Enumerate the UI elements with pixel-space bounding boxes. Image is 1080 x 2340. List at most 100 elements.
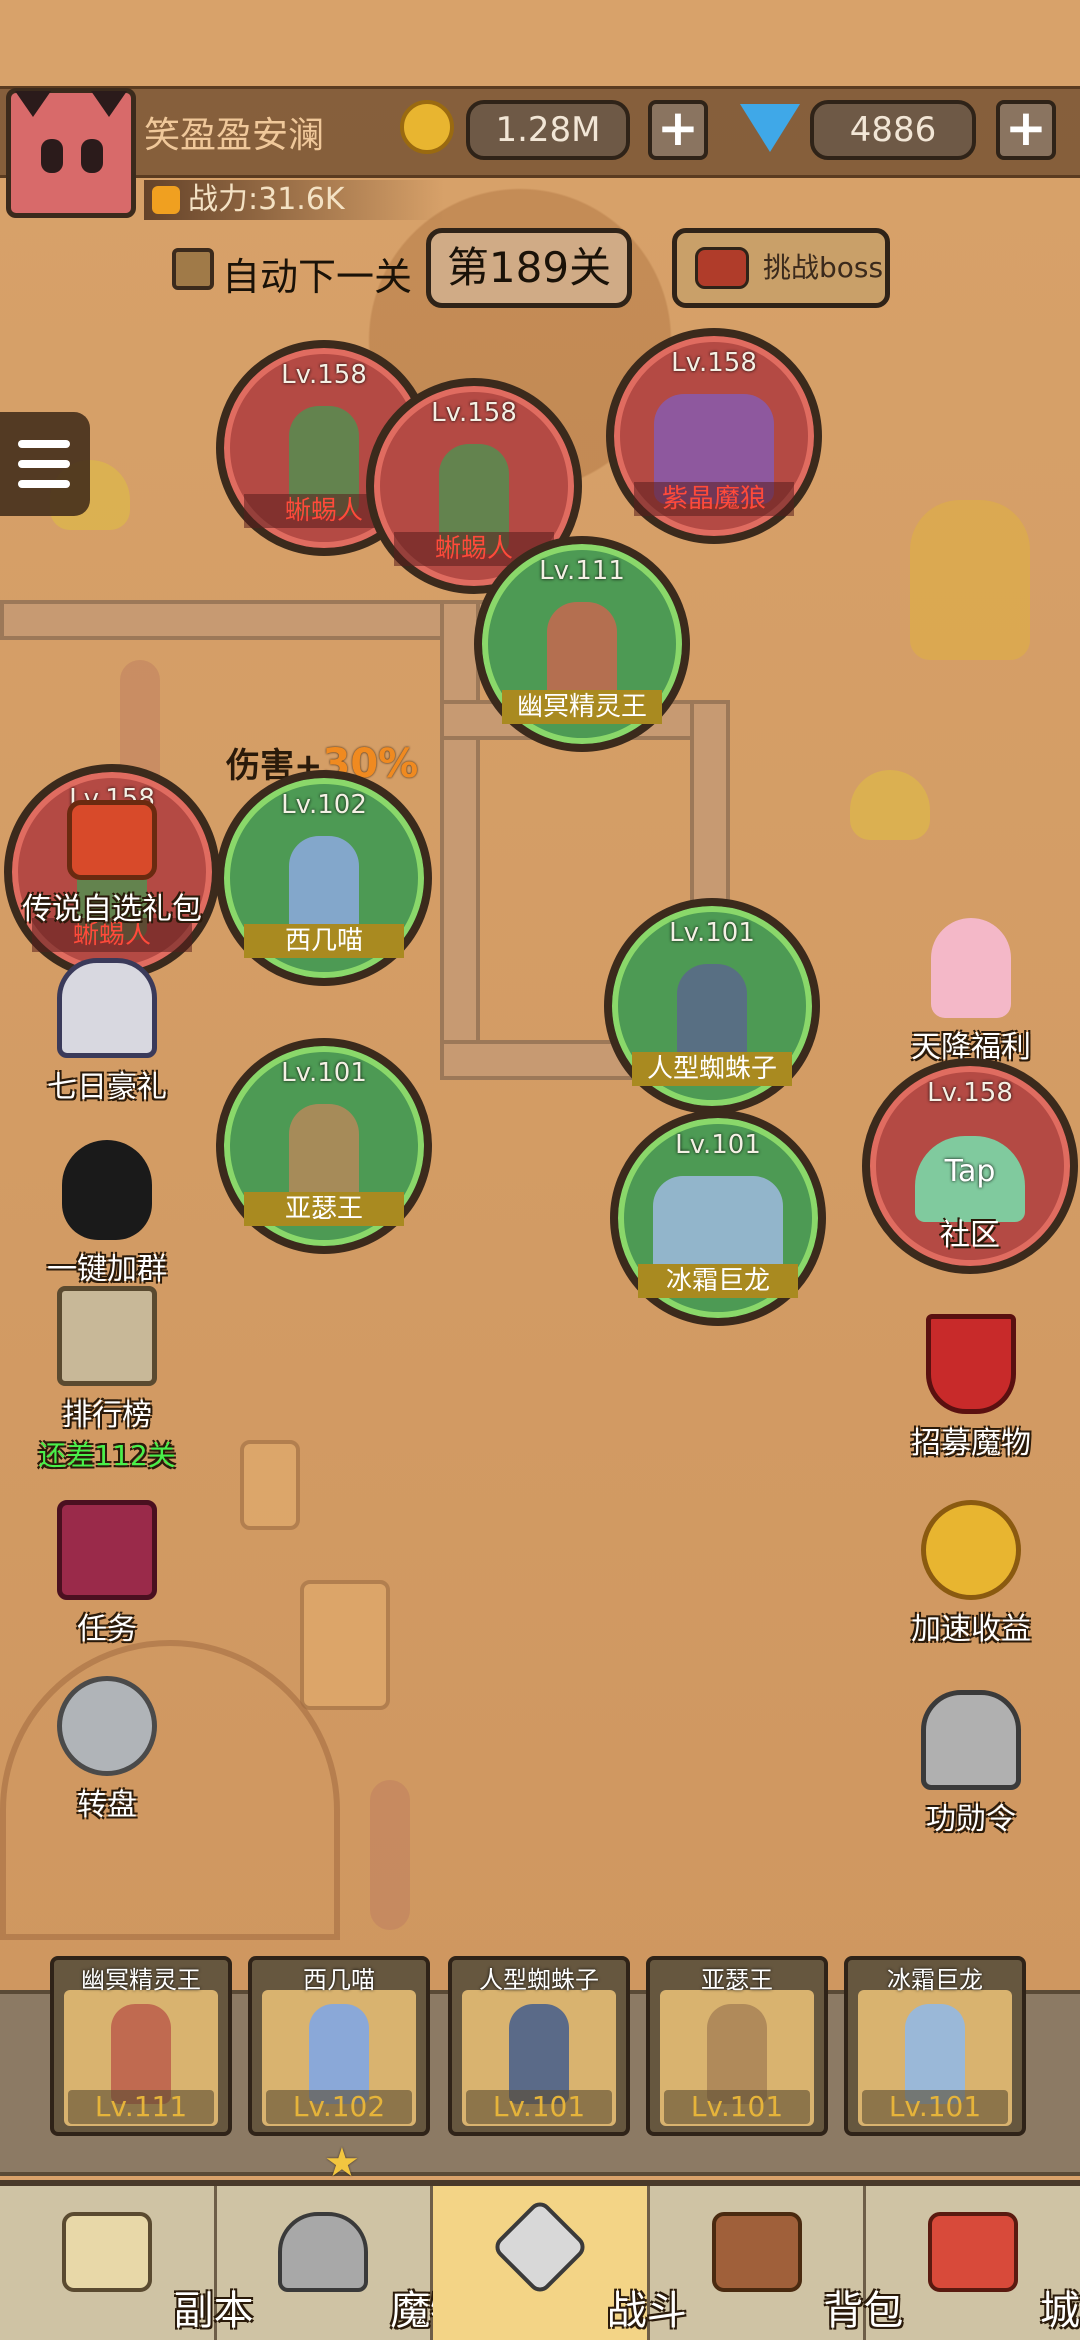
menu-line bbox=[18, 440, 70, 448]
add-gems-button[interactable]: + bbox=[996, 100, 1056, 160]
recruit-monster-button[interactable]: 招募魔物 bbox=[876, 1314, 1066, 1462]
power-icon bbox=[152, 186, 180, 214]
monster-level: Lv.102 bbox=[281, 790, 367, 820]
team-slot[interactable]: 西几喵 Lv.102 bbox=[248, 1956, 430, 2136]
wheel-button[interactable]: 转盘 bbox=[12, 1676, 202, 1824]
nav-battle[interactable]: 战斗 bbox=[433, 2186, 687, 2340]
nav-town-label: 城镇 bbox=[1039, 2288, 1080, 2334]
monster-name: 紫晶魔狼 bbox=[634, 482, 794, 516]
gold-amount: 1.28M bbox=[466, 100, 630, 160]
monster-level: Lv.158 bbox=[927, 1078, 1013, 1108]
cactus-icon bbox=[370, 1780, 410, 1930]
team-member-level: Lv.101 bbox=[466, 2090, 612, 2124]
book-icon bbox=[57, 1500, 157, 1600]
quest-label: 任务 bbox=[77, 1612, 137, 1647]
team-slot[interactable]: 冰霜巨龙 Lv.101 bbox=[844, 1956, 1026, 2136]
penguin-icon bbox=[62, 1140, 152, 1240]
nav-bag[interactable]: 背包 bbox=[650, 2186, 903, 2340]
seven-day-gift-button[interactable]: 七日豪礼 bbox=[12, 958, 202, 1106]
team-member-level: Lv.111 bbox=[68, 2090, 214, 2124]
add-gold-button[interactable]: + bbox=[648, 100, 708, 160]
team-member-level: Lv.101 bbox=[664, 2090, 810, 2124]
auto-next-label: 自动下一关 bbox=[222, 255, 413, 299]
menu-line bbox=[18, 460, 70, 468]
team-member-name: 人型蜘蛛子 bbox=[479, 1966, 599, 1994]
banner-icon bbox=[926, 1314, 1016, 1414]
team-slot[interactable]: 人型蜘蛛子 Lv.101 bbox=[448, 1956, 630, 2136]
speed-income-button[interactable]: 加速收益 bbox=[876, 1500, 1066, 1648]
player-name: 笑盈盈安澜 bbox=[144, 115, 325, 156]
team-slot[interactable]: 亚瑟王 Lv.101 bbox=[646, 1956, 828, 2136]
nav-dungeon[interactable]: 副本 bbox=[0, 2186, 254, 2340]
map-path bbox=[440, 600, 480, 1080]
crystal-icon bbox=[240, 1440, 300, 1530]
team-portrait bbox=[707, 2004, 767, 2104]
legend-gift-pack-label: 传说自选礼包 bbox=[22, 892, 202, 927]
recruit-monster-label: 招募魔物 bbox=[911, 1426, 1031, 1461]
monster-name: 人型蜘蛛子 bbox=[632, 1052, 792, 1086]
ally-nether-elf-king[interactable]: Lv.111 幽冥精灵王 bbox=[474, 536, 690, 752]
gold-coin-icon bbox=[400, 100, 454, 154]
player-avatar[interactable] bbox=[6, 88, 136, 218]
tap-label: Tap bbox=[944, 1154, 996, 1189]
challenge-boss-button[interactable]: 挑战boss bbox=[672, 228, 890, 308]
team-member-level: Lv.102 bbox=[266, 2090, 412, 2124]
avatar-ear bbox=[91, 91, 127, 117]
menu-line bbox=[18, 480, 70, 488]
diamond-icon bbox=[740, 104, 800, 152]
combat-power-value: 战力:31.6K bbox=[188, 182, 345, 217]
community-button[interactable]: Lv.158 Tap 社区 bbox=[862, 1058, 1078, 1274]
ally-frost-dragon[interactable]: Lv.101 冰霜巨龙 bbox=[610, 1110, 826, 1326]
auto-next-checkbox[interactable] bbox=[172, 248, 214, 290]
avatar-ear bbox=[15, 91, 51, 117]
team-member-name: 冰霜巨龙 bbox=[887, 1966, 983, 1994]
quest-button[interactable]: 任务 bbox=[12, 1500, 202, 1648]
free-reward-button[interactable]: 天降福利 bbox=[876, 918, 1066, 1066]
enemy-amethyst-wolf[interactable]: Lv.158 紫晶魔狼 bbox=[606, 328, 822, 544]
hamburger-menu-button[interactable] bbox=[0, 412, 90, 516]
monster-level: Lv.111 bbox=[539, 556, 625, 586]
skull-icon bbox=[850, 770, 930, 840]
ally-king-arthur[interactable]: Lv.101 亚瑟王 bbox=[216, 1038, 432, 1254]
avatar-eye bbox=[41, 139, 63, 173]
monster-level: Lv.101 bbox=[669, 918, 755, 948]
princess-icon bbox=[931, 918, 1011, 1018]
monster-level: Lv.158 bbox=[281, 360, 367, 390]
team-portrait bbox=[309, 2004, 369, 2104]
monster-name: 亚瑟王 bbox=[244, 1192, 404, 1226]
join-group-button[interactable]: 一键加群 bbox=[12, 1140, 202, 1288]
coin-boost-icon bbox=[921, 1500, 1021, 1600]
legend-gift-pack-button[interactable]: 传说自选礼包 bbox=[12, 800, 212, 928]
treasure-chest-icon bbox=[67, 800, 157, 880]
wheel-icon bbox=[57, 1676, 157, 1776]
ally-spider-girl[interactable]: Lv.101 人型蜘蛛子 bbox=[604, 898, 820, 1114]
leaderboard-sub: 还差112关 bbox=[38, 1439, 176, 1472]
avatar-eye bbox=[81, 139, 103, 173]
team-member-level: Lv.101 bbox=[862, 2090, 1008, 2124]
monster-name: 幽冥精灵王 bbox=[502, 690, 662, 724]
team-portrait bbox=[111, 2004, 171, 2104]
seven-day-gift-label: 七日豪礼 bbox=[47, 1070, 167, 1105]
gem-amount: 4886 bbox=[810, 100, 976, 160]
crystal-icon bbox=[300, 1580, 390, 1710]
challenge-boss-label: 挑战boss bbox=[763, 251, 884, 284]
merit-order-label: 功勋令 bbox=[926, 1802, 1016, 1837]
leaderboard-button[interactable]: 排行榜 还差112关 bbox=[12, 1286, 202, 1474]
monster-level: Lv.101 bbox=[675, 1130, 761, 1160]
monster-name: 西几喵 bbox=[244, 924, 404, 958]
team-portrait bbox=[905, 2004, 965, 2104]
monster-level: Lv.101 bbox=[281, 1058, 367, 1088]
team-portrait bbox=[509, 2004, 569, 2104]
nav-town[interactable]: 城镇 bbox=[866, 2186, 1080, 2340]
ally-xijimiao[interactable]: Lv.102 西几喵 bbox=[216, 770, 432, 986]
monster-level: Lv.158 bbox=[431, 398, 517, 428]
nav-monsters[interactable]: 魔物 bbox=[217, 2186, 470, 2340]
demon-icon bbox=[695, 247, 749, 289]
team-member-name: 亚瑟王 bbox=[701, 1966, 773, 1994]
team-member-name: 幽冥精灵王 bbox=[81, 1966, 201, 1994]
team-slot[interactable]: 幽冥精灵王 Lv.111 bbox=[50, 1956, 232, 2136]
merit-order-button[interactable]: 功勋令 bbox=[876, 1690, 1066, 1838]
monster-name: 冰霜巨龙 bbox=[638, 1264, 798, 1298]
golem-statue-icon bbox=[910, 500, 1030, 660]
speed-income-label: 加速收益 bbox=[911, 1612, 1031, 1647]
